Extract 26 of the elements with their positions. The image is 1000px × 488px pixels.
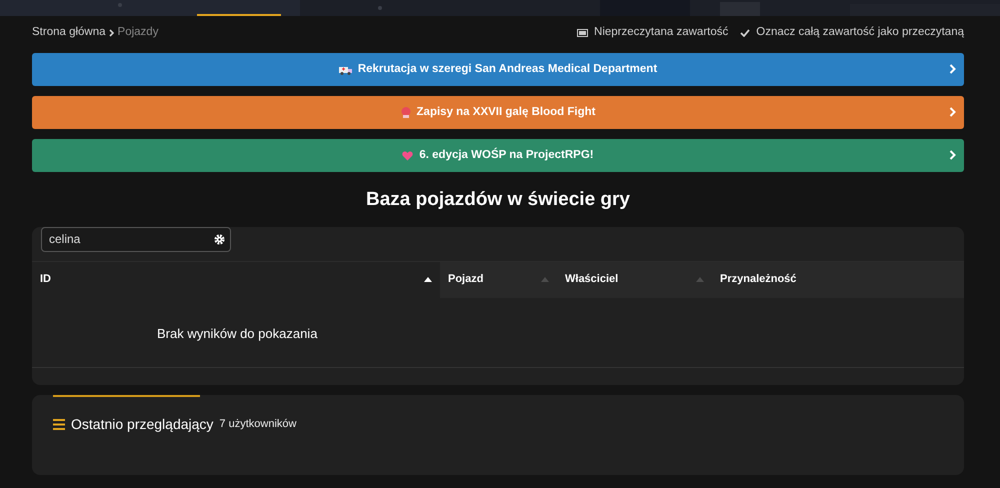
page-title: Baza pojazdów w świecie gry [365, 188, 631, 212]
column-header[interactable]: Pojazd [440, 260, 557, 298]
notice-banner[interactable]: 6. edycja WOŚP na ProjectRPG! [32, 139, 964, 172]
column-header[interactable]: ID [32, 260, 440, 298]
chevron-icon [108, 29, 115, 37]
viewer-count: 7 użytkowników [219, 416, 296, 432]
screen-icon [577, 29, 588, 37]
boxing-glove-icon [400, 107, 411, 118]
chevron-icon [949, 64, 956, 74]
breadcrumb-link[interactable]: Strona główna [32, 24, 106, 42]
breadcrumb-link[interactable]: Pojazdy [118, 24, 158, 42]
heart-icon [402, 150, 414, 160]
settings-icon[interactable] [214, 234, 225, 244]
notice-banner[interactable]: Rekrutacja w szeregi San Andreas Medical Department [32, 53, 964, 86]
section-title: Ostatnio przeglądający [71, 414, 214, 434]
chevron-icon [949, 150, 956, 160]
action-link[interactable]: Oznacz całą zawartość jako przeczytaną [740, 24, 964, 42]
search-field[interactable]: celina [41, 226, 231, 252]
column-header[interactable]: Właściciel [557, 260, 712, 298]
empty-message: Brak wyników do pokazania [157, 326, 318, 340]
check-icon [740, 29, 750, 37]
column-header[interactable]: Przynależność [712, 260, 964, 298]
list-icon [53, 418, 65, 430]
chevron-icon [949, 107, 956, 117]
action-link[interactable]: Nieprzeczytana zawartość [577, 24, 728, 42]
ambulance-icon [338, 64, 352, 74]
